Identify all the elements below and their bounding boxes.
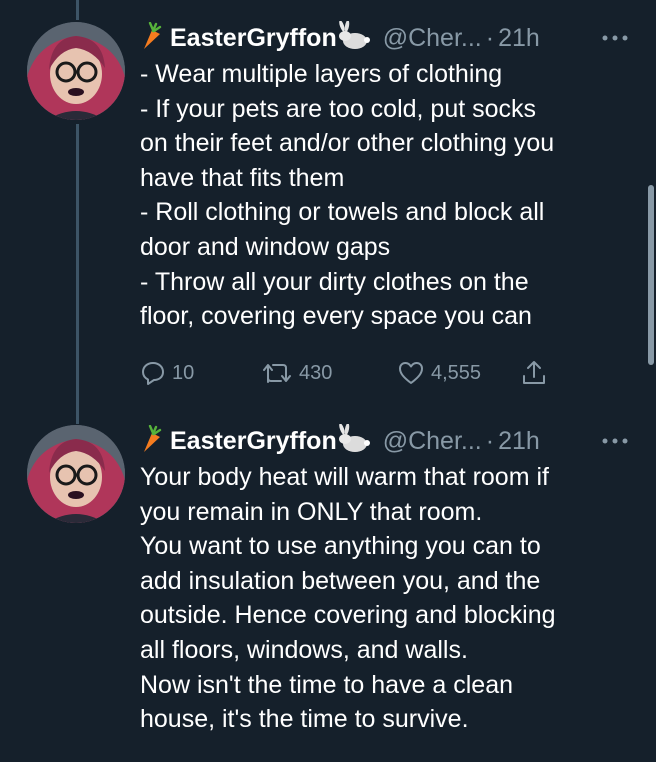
dot-separator: · [485,23,495,52]
tweet-text-line: house, it's the time to survive. [140,705,469,734]
tweet-text: - Wear multiple layers of clothing - If … [140,57,640,334]
tweet-text-line: Now isn't the time to have a clean [140,670,514,699]
tweet-text-line: - Wear multiple layers of clothing [140,60,503,88]
retweet-button[interactable]: 430 [261,356,332,390]
tweet-text-line: have that fits them [140,163,345,192]
author-name[interactable]: EasterGryffon [170,24,337,53]
tweet-text-line: - If your pets are too cold, put socks [140,94,537,123]
tweet-header: EasterGryffon @Cher... · 21h [140,421,540,461]
reply-count: 10 [172,361,195,384]
tweet-text-line: you remain in ONLY that room. [140,497,483,526]
like-count: 4,555 [431,361,482,384]
more-icon[interactable] [600,18,630,58]
dot-separator: · [485,426,495,455]
carrot-icon [140,424,162,458]
retweet-icon [263,364,291,383]
author-handle[interactable]: @Cher... [383,427,482,456]
tweet-text-line: outside. Hence covering and blocking [140,601,556,630]
tweet-time[interactable]: 21h [498,427,540,456]
heart-icon [399,362,423,384]
retweet-count: 430 [299,361,333,384]
author-name[interactable]: EasterGryffon [170,427,337,456]
tweet-2[interactable]: EasterGryffon @Cher... · 21h Your body h… [0,410,656,762]
tweet-time[interactable]: 21h [498,24,540,53]
tweet-text-line: on their feet and/or other clothing you [140,129,555,158]
share-button[interactable] [521,356,553,390]
reply-icon [142,362,164,385]
tweet-1[interactable]: EasterGryffon @Cher... · 21h - Wear mult… [0,0,656,410]
like-button[interactable]: 4,555 [397,356,481,390]
avatar[interactable] [27,22,125,120]
tweet-text-line: Your body heat will warm that room if [140,463,549,491]
rabbit-icon [337,19,371,56]
tweet-text-line: - Throw all your dirty clothes on the [140,267,529,296]
carrot-icon [140,21,162,55]
share-icon [523,361,545,384]
tweet-text-line: door and window gaps [140,232,391,261]
reply-button[interactable]: 10 [140,356,194,390]
avatar[interactable] [27,425,125,523]
author-handle[interactable]: @Cher... [383,24,482,53]
rabbit-icon [337,422,371,459]
more-icon[interactable] [600,421,630,461]
tweet-header: EasterGryffon @Cher... · 21h [140,18,540,58]
tweet-text: Your body heat will warm that room if yo… [140,460,640,737]
tweet-text-line: all floors, windows, and walls. [140,635,468,664]
tweet-text-line: floor, covering every space you can [140,302,532,331]
tweet-text-line: - Roll clothing or towels and block all [140,198,545,227]
tweet-text-line: add insulation between you, and the [140,566,541,595]
tweet-text-line: You want to use anything you can to [140,532,541,561]
